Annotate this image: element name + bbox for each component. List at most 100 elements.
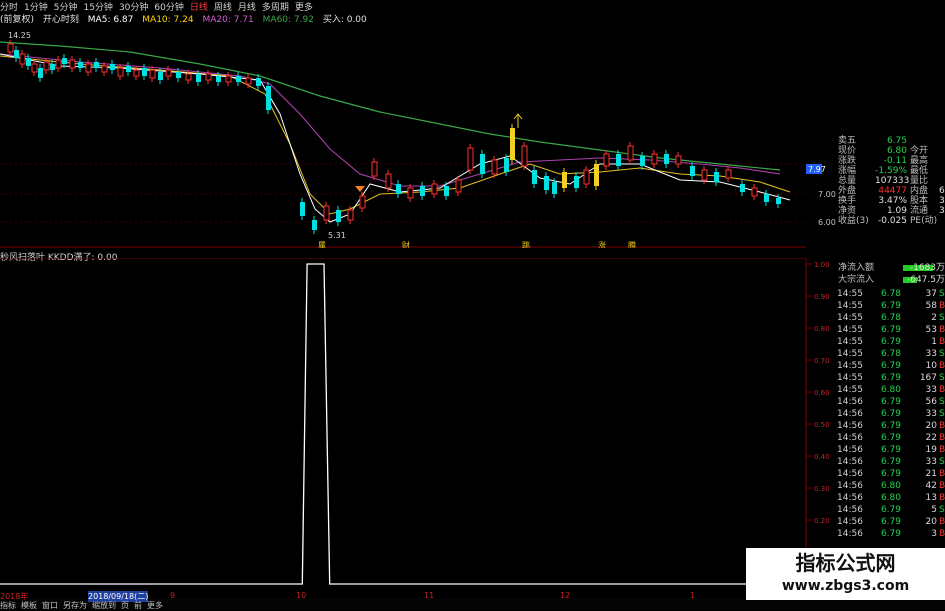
tick-price: 6.79 xyxy=(880,337,901,347)
candle-body xyxy=(165,69,172,77)
tick-row[interactable]: 14:55 6.79 58 B xyxy=(835,300,945,312)
tick-time: 14:56 xyxy=(837,433,863,443)
tick-row[interactable]: 14:56 6.79 19 B xyxy=(835,444,945,456)
watermark-text: 指标公式网 xyxy=(795,551,896,575)
tick-row[interactable]: 14:55 6.79 10 B xyxy=(835,360,945,372)
info-row: 收益(3) -0.025 PE(动) xyxy=(835,216,945,226)
scale-label: 1.00 xyxy=(814,261,830,269)
candle-body xyxy=(256,78,261,86)
tick-volume: 33 xyxy=(925,409,937,419)
candle-body xyxy=(26,58,31,66)
tick-row[interactable]: 14:56 6.80 13 B xyxy=(835,492,945,504)
tick-volume: 1 xyxy=(931,337,937,347)
candle-body xyxy=(616,154,621,166)
tick-side: S xyxy=(939,313,945,323)
candle-body xyxy=(574,176,579,188)
candle-body xyxy=(504,158,509,172)
marker-label: 腾 xyxy=(628,240,636,248)
marker-label: 财 xyxy=(402,240,410,248)
timeline-label: 1 xyxy=(690,591,696,600)
tick-time: 14:56 xyxy=(837,397,863,407)
tick-price: 6.78 xyxy=(880,349,901,359)
tick-row[interactable]: 14:56 6.79 5 S xyxy=(835,504,945,516)
tick-side: B xyxy=(939,469,945,479)
candle-body xyxy=(176,72,181,78)
info-row: 总量 107333 量比 xyxy=(835,176,945,186)
tick-time: 14:56 xyxy=(837,445,863,455)
candle-body xyxy=(142,68,147,76)
candle-body xyxy=(776,198,781,204)
tick-volume: 20 xyxy=(925,517,937,527)
tick-row[interactable]: 14:56 6.79 33 S xyxy=(835,408,945,420)
candle-body xyxy=(185,73,192,81)
tick-side: B xyxy=(939,325,945,335)
tick-volume: 33 xyxy=(925,349,937,359)
timeline-label: 9 xyxy=(170,591,176,600)
tick-row[interactable]: 14:55 6.78 2 S xyxy=(835,312,945,324)
tick-row[interactable]: 14:55 6.80 33 B xyxy=(835,384,945,396)
tick-side: B xyxy=(939,361,945,371)
candlestick-chart[interactable]: 14.25 5.31 属 财 跳 涨 腾 xyxy=(0,24,806,248)
tick-volume: 19 xyxy=(925,445,937,455)
tick-side: S xyxy=(939,409,945,419)
candle-body xyxy=(19,53,26,65)
money-flow-panel: 净流入额 -1683万 大宗流入 -647.5万 xyxy=(835,262,945,286)
candle-body xyxy=(38,68,43,78)
info-label: 收益(3) xyxy=(838,216,869,226)
ma5-line xyxy=(0,53,791,223)
scale-label: 0.30 xyxy=(814,485,830,493)
tick-row[interactable]: 14:55 6.79 167 S xyxy=(835,372,945,384)
tick-price: 6.79 xyxy=(880,517,901,527)
info-value: 44477 xyxy=(878,186,907,196)
info-row: 涨跌 -0.11 最高 xyxy=(835,156,945,166)
info-value: 6.80 xyxy=(886,146,907,156)
info-row: 外盘 44477 内盘 6 xyxy=(835,186,945,196)
tick-row[interactable]: 14:56 6.80 42 B xyxy=(835,480,945,492)
candle-body xyxy=(110,64,115,70)
tick-side: S xyxy=(939,397,945,407)
tick-row[interactable]: 14:56 6.79 33 S xyxy=(835,456,945,468)
scale-label: 0.80 xyxy=(814,325,830,333)
tick-row[interactable]: 14:56 6.79 22 B xyxy=(835,432,945,444)
candle-body xyxy=(491,159,498,175)
candle-body xyxy=(55,59,62,69)
scale-label: 0.90 xyxy=(814,293,830,301)
candle-body xyxy=(149,69,156,79)
candle-body xyxy=(7,43,14,53)
tick-row[interactable]: 14:55 6.79 1 B xyxy=(835,336,945,348)
candle-body xyxy=(444,186,449,196)
tick-volume: 58 xyxy=(925,301,937,311)
candle-body xyxy=(480,154,485,174)
candle-body xyxy=(532,170,537,184)
tick-time: 14:55 xyxy=(837,313,863,323)
tick-row[interactable]: 14:56 6.79 20 B xyxy=(835,516,945,528)
candle-body xyxy=(764,194,769,202)
marker-label: 涨 xyxy=(598,240,606,248)
tick-row[interactable]: 14:55 6.78 37 S xyxy=(835,288,945,300)
tick-row[interactable]: 14:56 6.79 56 S xyxy=(835,396,945,408)
candle-body xyxy=(714,172,719,182)
info-label: 涨跌 xyxy=(838,156,857,166)
candle-body xyxy=(205,73,212,81)
tick-time: 14:55 xyxy=(837,301,863,311)
info-label-2: PE(动) xyxy=(910,216,938,226)
tick-row[interactable]: 14:55 6.78 33 S xyxy=(835,348,945,360)
tick-price: 6.79 xyxy=(880,433,901,443)
candle-body xyxy=(521,145,528,167)
candle-body xyxy=(751,187,758,197)
tick-row[interactable]: 14:55 6.79 53 B xyxy=(835,324,945,336)
tick-row[interactable]: 14:56 6.79 21 B xyxy=(835,468,945,480)
info-value: 3.47% xyxy=(878,196,907,206)
tick-volume: 20 xyxy=(925,421,937,431)
tick-time: 14:55 xyxy=(837,373,863,383)
tick-volume: 13 xyxy=(925,493,937,503)
tick-price: 6.78 xyxy=(880,313,901,323)
indicator-chart[interactable]: 1.000.900.800.700.600.500.400.300.200.10 xyxy=(0,258,836,590)
tick-volume: 3 xyxy=(931,529,937,539)
tick-row[interactable]: 14:56 6.79 20 B xyxy=(835,420,945,432)
tick-row[interactable]: 14:56 6.79 3 B xyxy=(835,528,945,540)
scale-label: 0.20 xyxy=(814,517,830,525)
indicator-scale: 1.000.900.800.700.600.500.400.300.200.10 xyxy=(806,261,830,557)
price-scale: 7.97 7.00 6.00 xyxy=(806,164,836,227)
price-scale-label: 7.00 xyxy=(818,190,836,199)
